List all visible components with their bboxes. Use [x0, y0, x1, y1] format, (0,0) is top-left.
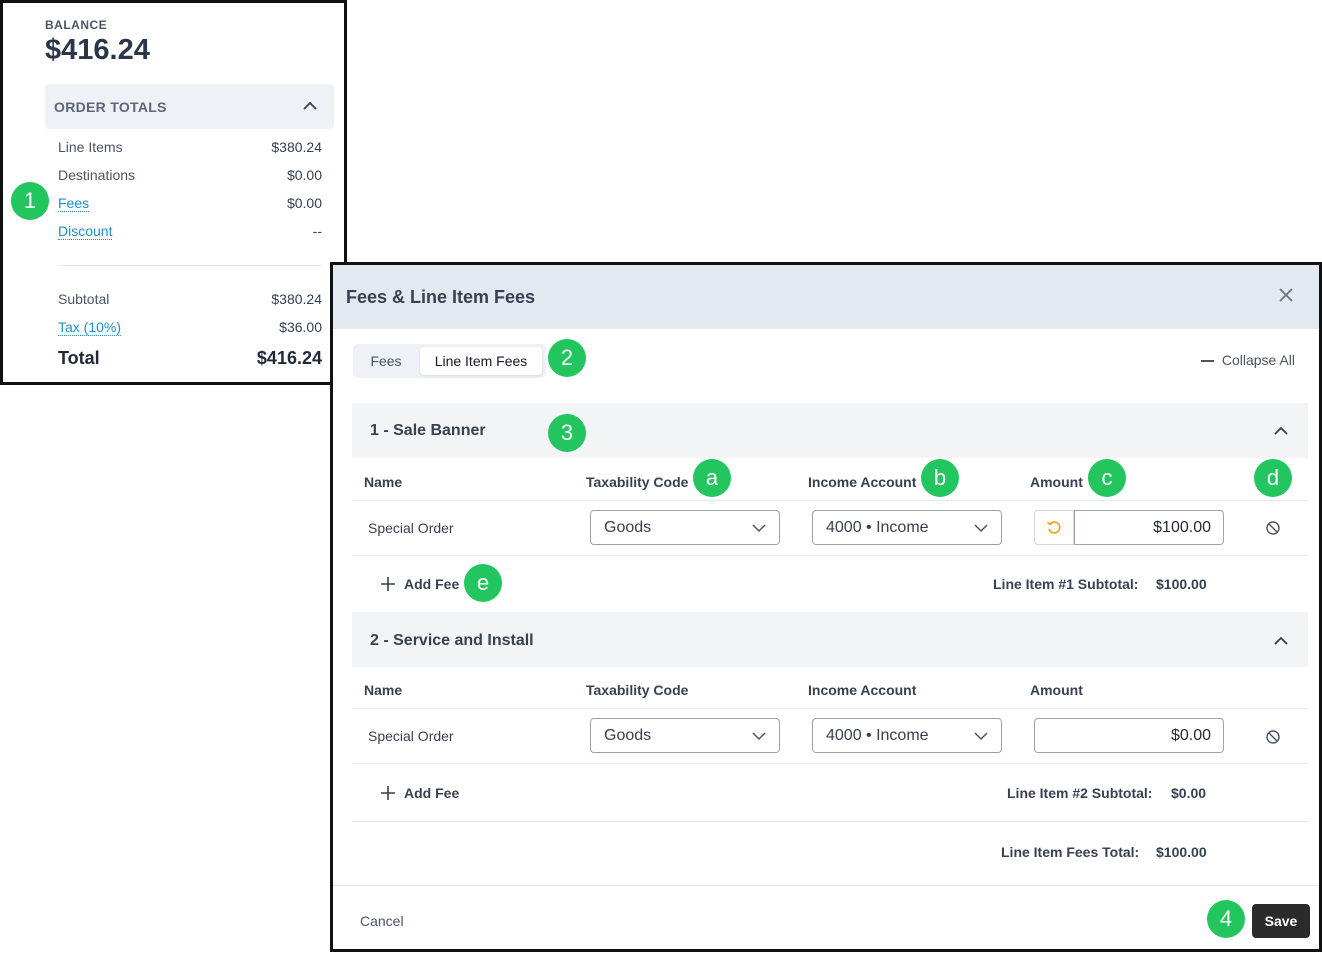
balance-label: BALANCE: [45, 18, 108, 32]
column-header-name: Name: [364, 474, 403, 490]
section-title: 1 - Sale Banner: [370, 422, 486, 439]
amount-value: $0.00: [1170, 727, 1211, 744]
chevron-down-icon: [974, 524, 988, 533]
divider: [352, 555, 1308, 556]
callout-badge: a: [693, 459, 731, 497]
callout-badge: 4: [1207, 900, 1245, 938]
divider: [352, 763, 1308, 764]
reset-icon: [1046, 521, 1061, 534]
tab-line-item-fees[interactable]: Line Item Fees: [420, 347, 542, 375]
remove-fee-icon[interactable]: [1265, 729, 1281, 745]
fees-total-label: Line Item Fees Total:: [1001, 844, 1140, 860]
divider: [352, 500, 1308, 501]
callout-badge: b: [921, 459, 959, 497]
plus-icon: [381, 577, 395, 591]
tax-value: $36.00: [279, 319, 322, 335]
taxability-value: Goods: [604, 727, 652, 744]
minus-icon: [1200, 360, 1214, 363]
callout-badge: c: [1088, 459, 1126, 497]
section-header-2[interactable]: 2 - Service and Install: [352, 612, 1308, 667]
chevron-up-icon[interactable]: [1273, 423, 1289, 439]
dialog-header: Fees & Line Item Fees: [333, 265, 1319, 329]
tab-bar: Fees Line Item Fees: [353, 344, 546, 378]
divider: [352, 708, 1308, 709]
divider: [352, 821, 1308, 822]
dialog-title: Fees & Line Item Fees: [346, 287, 536, 307]
chevron-up-icon[interactable]: [1273, 633, 1289, 649]
callout-badge: d: [1254, 459, 1292, 497]
taxability-select[interactable]: Goods: [590, 718, 780, 753]
amount-input[interactable]: $100.00: [1074, 510, 1224, 545]
add-fee-label: Add Fee: [404, 785, 460, 801]
cancel-button[interactable]: Cancel: [360, 913, 404, 929]
order-totals-title: ORDER TOTALS: [54, 99, 167, 115]
tab-fees[interactable]: Fees: [356, 347, 416, 375]
subtotal-label: Line Item #2 Subtotal:: [1007, 785, 1153, 801]
tax-link[interactable]: Tax (10%): [58, 319, 122, 336]
collapse-all-label: Collapse All: [1221, 352, 1295, 368]
row-label: Destinations: [58, 167, 136, 183]
taxability-select[interactable]: Goods: [590, 510, 780, 545]
add-fee-label: Add Fee: [404, 576, 460, 592]
row-label: Line Items: [58, 139, 123, 155]
amount-value: $100.00: [1153, 519, 1211, 536]
chevron-down-icon: [974, 732, 988, 741]
row-value: $380.24: [271, 139, 322, 155]
column-header-taxability: Taxability Code: [586, 474, 689, 490]
close-icon[interactable]: [1277, 286, 1295, 304]
column-header-amount: Amount: [1030, 682, 1083, 698]
callout-badge: e: [464, 564, 502, 602]
row-value: $0.00: [286, 195, 322, 211]
subtotal-label: Subtotal: [58, 291, 110, 307]
discount-link[interactable]: Discount: [58, 223, 113, 240]
fees-total-value: $100.00: [1156, 844, 1207, 860]
plus-icon: [381, 786, 395, 800]
subtotal-value: $100.00: [1156, 576, 1207, 592]
column-header-income-account: Income Account: [808, 474, 917, 490]
row-value: --: [312, 223, 322, 239]
income-account-select[interactable]: 4000 • Income: [812, 718, 1002, 753]
taxability-value: Goods: [604, 519, 652, 536]
total-value: $416.24: [256, 348, 322, 368]
column-header-amount: Amount: [1030, 474, 1083, 490]
total-label: Total: [58, 348, 100, 368]
save-button[interactable]: Save: [1252, 904, 1310, 938]
amount-input[interactable]: $0.00: [1034, 718, 1224, 753]
column-header-name: Name: [364, 682, 403, 698]
add-fee-button[interactable]: Add Fee: [380, 785, 459, 801]
balance-value: $416.24: [45, 34, 150, 66]
section-title: 2 - Service and Install: [370, 632, 534, 649]
income-account-value: 4000 • Income: [826, 727, 929, 744]
callout-badge: 2: [548, 339, 586, 377]
subtotal-value: $0.00: [1171, 785, 1207, 801]
subtotal-label: Line Item #1 Subtotal:: [993, 576, 1139, 592]
divider: [333, 885, 1319, 886]
income-account-value: 4000 • Income: [826, 519, 929, 536]
section-header-1[interactable]: 1 - Sale Banner: [352, 403, 1308, 458]
order-totals-header[interactable]: ORDER TOTALS: [45, 84, 334, 129]
callout-badge: 3: [548, 414, 586, 452]
chevron-up-icon[interactable]: [302, 98, 318, 114]
divider: [58, 265, 322, 266]
chevron-down-icon: [752, 524, 766, 533]
fee-name: Special Order: [368, 520, 454, 536]
column-header-income-account: Income Account: [808, 682, 917, 698]
remove-fee-icon[interactable]: [1265, 520, 1281, 536]
collapse-all-button[interactable]: Collapse All: [1200, 352, 1295, 368]
row-value: $0.00: [286, 167, 322, 183]
order-totals-panel: BALANCE $416.24 ORDER TOTALS Line Items …: [0, 0, 347, 385]
add-fee-button[interactable]: Add Fee: [380, 576, 459, 592]
chevron-down-icon: [752, 732, 766, 741]
callout-badge: 1: [11, 182, 49, 220]
income-account-select[interactable]: 4000 • Income: [812, 510, 1002, 545]
subtotal-value: $380.24: [271, 291, 322, 307]
column-header-taxability: Taxability Code: [586, 682, 689, 698]
fees-link[interactable]: Fees: [58, 195, 90, 212]
fee-name: Special Order: [368, 728, 454, 744]
reset-amount-button[interactable]: [1034, 510, 1074, 545]
fees-dialog: Fees & Line Item Fees Fees Line Item Fee…: [330, 262, 1322, 952]
